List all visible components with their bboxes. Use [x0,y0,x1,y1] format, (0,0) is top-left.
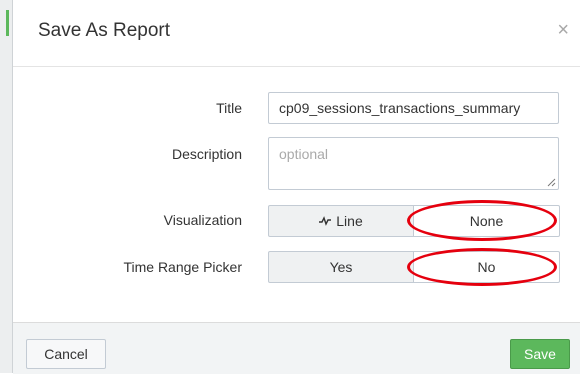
time-range-no-button[interactable]: No [414,251,560,283]
time-range-picker-toggle: Yes No [268,251,560,283]
visualization-toggle: Line None [268,205,560,237]
time-range-yes-label: Yes [329,259,353,275]
title-label: Title [216,100,242,116]
save-button[interactable]: Save [510,339,570,369]
visualization-none-button[interactable]: None [414,205,560,237]
dialog-title: Save As Report [38,20,171,41]
time-range-no-label: No [477,259,496,275]
description-textarea[interactable]: optional [268,137,559,190]
visualization-line-label: Line [336,213,363,229]
line-chart-icon [319,216,332,226]
visualization-label: Visualization [163,212,242,228]
description-placeholder: optional [279,146,329,162]
background-accent [6,10,9,36]
resize-handle-icon[interactable] [547,178,556,187]
time-range-yes-button[interactable]: Yes [268,251,414,283]
close-icon[interactable]: × [557,20,569,40]
description-label: Description [171,146,242,162]
dialog-footer: Cancel Save [13,322,580,374]
visualization-none-label: None [469,213,504,229]
cancel-button[interactable]: Cancel [26,339,106,369]
dialog-header: Save As Report × [13,0,580,67]
title-input[interactable] [268,92,559,124]
visualization-line-button[interactable]: Line [268,205,414,237]
background-page-strip [0,0,12,373]
time-range-picker-label: Time Range Picker [123,259,242,275]
save-as-report-dialog: Save As Report × Title Description optio… [12,0,580,374]
